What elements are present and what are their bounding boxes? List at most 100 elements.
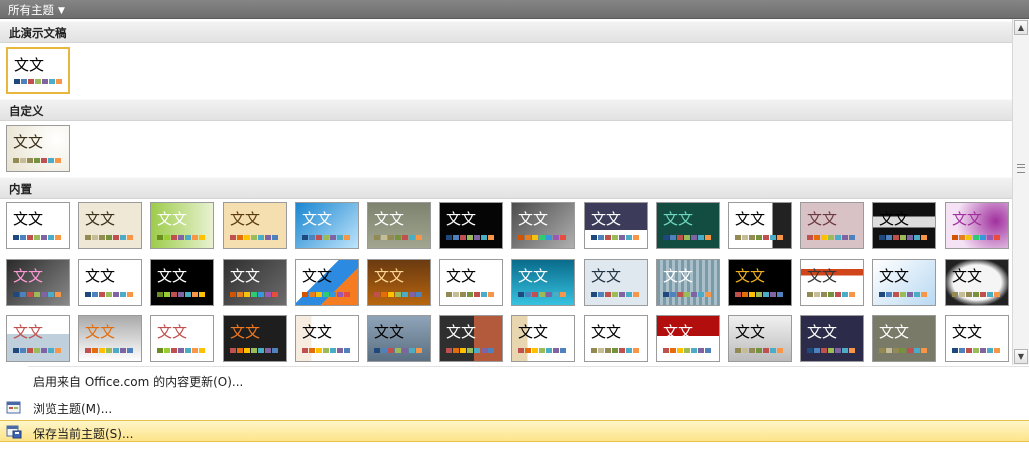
thumbnail-text: 文文 (518, 267, 549, 285)
color-swatches (13, 292, 61, 297)
theme-thumbnail-builtin[interactable]: 文文 (656, 202, 720, 249)
color-swatches (735, 235, 783, 240)
theme-thumbnail-builtin[interactable]: 文文 (6, 315, 70, 362)
thumbnail-text: 文文 (230, 267, 261, 285)
theme-thumbnail-builtin[interactable]: 文文 (367, 315, 431, 362)
color-swatches (807, 292, 855, 297)
color-swatches (14, 79, 62, 84)
color-swatches (591, 348, 639, 353)
color-swatches (13, 158, 61, 163)
browse-themes-item[interactable]: 浏览主题(M)... (0, 396, 1029, 418)
theme-thumbnail-builtin[interactable]: 文文 (6, 259, 70, 306)
thumbnail-text: 文文 (591, 267, 622, 285)
thumbnail-text: 文文 (374, 210, 405, 228)
color-swatches (157, 348, 205, 353)
theme-thumbnail-builtin[interactable]: 文文 (295, 259, 359, 306)
theme-thumbnail-builtin[interactable]: 文文 (584, 315, 648, 362)
color-swatches (157, 292, 205, 297)
color-swatches (374, 235, 422, 240)
arrow-up-icon[interactable]: ▲ (1014, 20, 1028, 35)
theme-thumbnail-builtin[interactable]: 文文 (295, 315, 359, 362)
theme-thumbnail-builtin[interactable]: 文文 (584, 259, 648, 306)
theme-thumbnail-builtin[interactable]: 文文 (872, 259, 936, 306)
color-swatches (952, 235, 1000, 240)
color-swatches (518, 292, 566, 297)
color-swatches (879, 348, 927, 353)
thumbnail-text: 文文 (85, 267, 116, 285)
theme-thumbnail-builtin[interactable]: 文文 (78, 259, 142, 306)
theme-thumbnail-builtin[interactable]: 文文 (800, 259, 864, 306)
theme-thumbnail-custom[interactable]: 文文 (6, 125, 70, 172)
color-swatches (230, 292, 278, 297)
theme-thumbnail-builtin[interactable]: 文文 (656, 259, 720, 306)
theme-thumbnail-builtin[interactable]: 文文 (78, 315, 142, 362)
theme-thumbnail-builtin[interactable]: 文文 (439, 315, 503, 362)
thumbnail-text: 文文 (879, 267, 910, 285)
theme-thumbnail-builtin[interactable]: 文文 (728, 202, 792, 249)
thumbnail-text: 文文 (518, 323, 549, 341)
thumbnail-text: 文文 (518, 210, 549, 228)
color-swatches (446, 292, 494, 297)
theme-thumbnail-builtin[interactable]: 文文 (223, 202, 287, 249)
thumbnail-text: 文文 (85, 323, 116, 341)
color-swatches (302, 348, 350, 353)
enable-office-updates-item[interactable]: 启用来自 Office.com 的内容更新(O)... (0, 369, 1029, 391)
thumbnail-text: 文文 (446, 323, 477, 341)
section-header-builtin: 内置 (0, 177, 1012, 199)
save-current-theme-item[interactable]: 保存当前主题(S)... (0, 420, 1029, 442)
theme-thumbnail-builtin[interactable]: 文文 (800, 202, 864, 249)
theme-thumbnail-builtin[interactable]: 文文 (150, 202, 214, 249)
theme-thumbnail-builtin[interactable]: 文文 (800, 315, 864, 362)
theme-thumbnail-builtin[interactable]: 文文 (728, 315, 792, 362)
theme-thumbnail-builtin[interactable]: 文文 (367, 202, 431, 249)
thumbnail-text: 文文 (13, 267, 44, 285)
color-swatches (879, 292, 927, 297)
gallery-title-bar[interactable]: 所有主题 ▼ (0, 0, 1029, 19)
scrollbar-grip[interactable] (1017, 164, 1025, 173)
thumbnail-text: 文文 (302, 210, 333, 228)
theme-thumbnail-builtin[interactable]: 文文 (945, 202, 1009, 249)
color-swatches (591, 235, 639, 240)
arrow-down-icon[interactable]: ▼ (1014, 349, 1028, 364)
color-swatches (230, 235, 278, 240)
color-swatches (446, 348, 494, 353)
thumbnail-text: 文文 (14, 56, 45, 74)
theme-thumbnail-builtin[interactable]: 文文 (223, 259, 287, 306)
thumbnail-text: 文文 (807, 210, 838, 228)
theme-thumbnail-builtin[interactable]: 文文 (656, 315, 720, 362)
theme-thumbnail-builtin[interactable]: 文文 (223, 315, 287, 362)
theme-thumbnail-builtin[interactable]: 文文 (78, 202, 142, 249)
theme-thumbnail-builtin[interactable]: 文文 (728, 259, 792, 306)
color-swatches (85, 292, 133, 297)
theme-thumbnail-current[interactable]: 文文 (6, 47, 70, 94)
theme-thumbnail-builtin[interactable]: 文文 (295, 202, 359, 249)
theme-thumbnail-builtin[interactable]: 文文 (584, 202, 648, 249)
theme-thumbnail-builtin[interactable]: 文文 (945, 259, 1009, 306)
thumbnail-text: 文文 (663, 210, 694, 228)
theme-thumbnail-builtin[interactable]: 文文 (872, 202, 936, 249)
color-swatches (807, 348, 855, 353)
gallery-scrollbar[interactable]: ▲ ▼ (1012, 19, 1029, 365)
theme-thumbnail-builtin[interactable]: 文文 (511, 202, 575, 249)
theme-thumbnail-builtin[interactable]: 文文 (945, 315, 1009, 362)
section-header-custom: 自定义 (0, 99, 1012, 121)
color-swatches (879, 235, 927, 240)
theme-thumbnail-builtin[interactable]: 文文 (6, 202, 70, 249)
theme-thumbnail-builtin[interactable]: 文文 (511, 315, 575, 362)
color-swatches (302, 292, 350, 297)
color-swatches (735, 348, 783, 353)
thumbnail-text: 文文 (230, 323, 261, 341)
thumbnail-text: 文文 (157, 210, 188, 228)
thumbnail-text: 文文 (735, 267, 766, 285)
thumbnail-text: 文文 (952, 323, 983, 341)
thumbnail-text: 文文 (591, 210, 622, 228)
theme-thumbnail-builtin[interactable]: 文文 (439, 259, 503, 306)
theme-thumbnail-builtin[interactable]: 文文 (511, 259, 575, 306)
theme-thumbnail-builtin[interactable]: 文文 (150, 259, 214, 306)
theme-thumbnail-builtin[interactable]: 文文 (439, 202, 503, 249)
theme-thumbnail-builtin[interactable]: 文文 (150, 315, 214, 362)
theme-thumbnail-builtin[interactable]: 文文 (367, 259, 431, 306)
thumbnail-text: 文文 (13, 210, 44, 228)
thumbnail-text: 文文 (85, 210, 116, 228)
theme-thumbnail-builtin[interactable]: 文文 (872, 315, 936, 362)
